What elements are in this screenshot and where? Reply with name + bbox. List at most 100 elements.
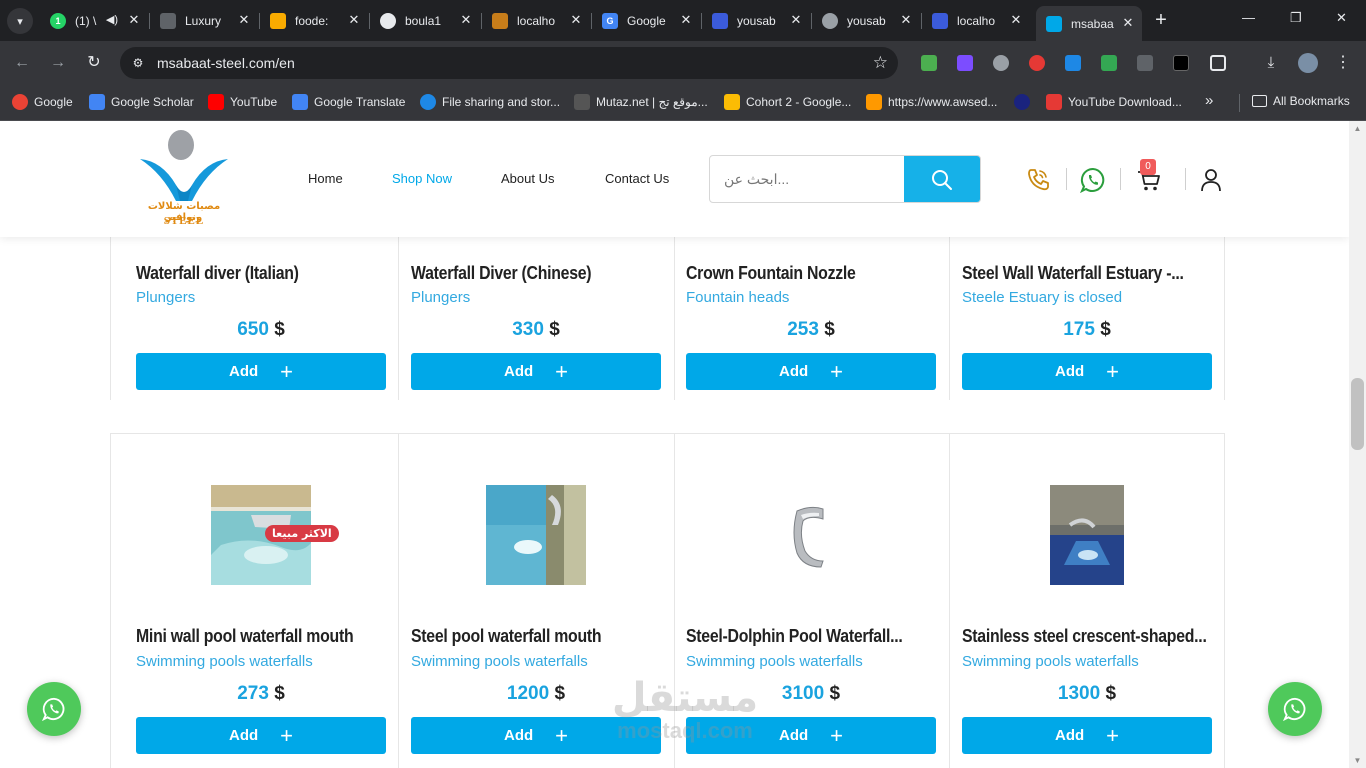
close-tab-icon[interactable]: ✕ bbox=[1008, 12, 1024, 28]
browser-tab[interactable]: localho ✕ bbox=[922, 7, 1030, 34]
whatsapp-icon[interactable] bbox=[1080, 167, 1106, 193]
bookmark-youtube[interactable]: YouTube bbox=[208, 94, 277, 110]
extension-icon[interactable] bbox=[1173, 55, 1189, 71]
close-tab-icon[interactable]: ✕ bbox=[678, 12, 694, 28]
product-name[interactable]: Steel pool waterfall mouth bbox=[411, 626, 602, 647]
phone-icon[interactable] bbox=[1025, 167, 1051, 193]
localhost-icon bbox=[492, 12, 508, 29]
product-name[interactable]: Mini wall pool waterfall mouth bbox=[136, 626, 354, 647]
scrollbar-thumb[interactable] bbox=[1351, 378, 1364, 450]
browser-tab[interactable]: foode: ✕ bbox=[260, 7, 368, 34]
url-text[interactable]: msabaat-steel.com/en bbox=[157, 55, 295, 71]
profile-avatar[interactable] bbox=[1298, 53, 1318, 73]
add-to-cart-button[interactable]: Add + bbox=[962, 353, 1212, 390]
extension-icon[interactable] bbox=[993, 55, 1009, 71]
close-tab-icon[interactable]: ✕ bbox=[568, 12, 584, 28]
product-image[interactable] bbox=[761, 485, 861, 585]
bookmark-google-scholar[interactable]: Google Scholar bbox=[89, 94, 194, 110]
nav-contact-us[interactable]: Contact Us bbox=[605, 171, 669, 186]
search-input[interactable]: ...ابحث عن bbox=[724, 171, 789, 188]
close-tab-icon[interactable]: ✕ bbox=[1120, 15, 1136, 31]
nav-about-us[interactable]: About Us bbox=[501, 171, 554, 186]
nav-shop-now[interactable]: Shop Now bbox=[392, 171, 452, 186]
close-tab-icon[interactable]: ✕ bbox=[788, 12, 804, 28]
add-to-cart-button[interactable]: Add + bbox=[136, 353, 386, 390]
extension-icon[interactable] bbox=[921, 55, 937, 71]
add-to-cart-button[interactable]: Add + bbox=[411, 353, 661, 390]
product-name[interactable]: Waterfall diver (Italian) bbox=[136, 263, 299, 284]
product-image[interactable] bbox=[1050, 485, 1124, 585]
extension-icon[interactable] bbox=[1101, 55, 1117, 71]
bookmark-youtube-downloader[interactable]: YouTube Download... bbox=[1046, 94, 1182, 110]
add-to-cart-button[interactable]: Add + bbox=[962, 717, 1212, 754]
product-category[interactable]: Plungers bbox=[136, 289, 195, 306]
more-bookmarks-button[interactable]: » bbox=[1205, 92, 1213, 109]
back-icon[interactable]: ← bbox=[11, 52, 33, 74]
whatsapp-float-button[interactable] bbox=[1268, 682, 1322, 736]
scroll-up-icon[interactable]: ▲ bbox=[1353, 124, 1362, 133]
bookmark-mutaz[interactable]: Mutaz.net | موقع تج... bbox=[574, 94, 708, 110]
restore-icon[interactable]: ❐ bbox=[1290, 10, 1302, 26]
close-tab-icon[interactable]: ✕ bbox=[126, 12, 142, 28]
browser-tab[interactable]: boula1 ✕ bbox=[370, 7, 480, 34]
product-category[interactable]: Swimming pools waterfalls bbox=[686, 653, 863, 670]
menu-dots-icon[interactable]: ⋮ bbox=[1335, 55, 1351, 71]
product-category[interactable]: Swimming pools waterfalls bbox=[411, 653, 588, 670]
browser-tab[interactable]: yousab ✕ bbox=[702, 7, 810, 34]
all-bookmarks-button[interactable]: All Bookmarks bbox=[1252, 94, 1350, 108]
browser-tab[interactable]: G Google ✕ bbox=[592, 7, 700, 34]
bookmark-file-sharing[interactable]: File sharing and stor... bbox=[420, 94, 560, 110]
close-tab-icon[interactable]: ✕ bbox=[236, 12, 252, 28]
extension-icon[interactable] bbox=[957, 55, 973, 71]
close-tab-icon[interactable]: ✕ bbox=[898, 12, 914, 28]
product-image[interactable] bbox=[486, 485, 586, 585]
product-name[interactable]: Waterfall Diver (Chinese) bbox=[411, 263, 592, 284]
logo-steel-text: STEEL bbox=[163, 215, 205, 227]
bookmark-star-icon[interactable]: ☆ bbox=[873, 53, 888, 73]
extension-icon[interactable] bbox=[1029, 55, 1045, 71]
user-icon[interactable] bbox=[1198, 167, 1224, 193]
product-category[interactable]: Swimming pools waterfalls bbox=[962, 653, 1139, 670]
product-name[interactable]: Steel Wall Waterfall Estuary -... bbox=[962, 263, 1184, 284]
bookmark-google[interactable]: Google bbox=[12, 94, 73, 110]
browser-tab[interactable]: localho ✕ bbox=[482, 7, 590, 34]
price-currency: $ bbox=[1100, 319, 1111, 340]
bookmark-unnamed[interactable] bbox=[1014, 94, 1036, 110]
tab-search-button[interactable]: ▾ bbox=[7, 8, 33, 34]
extension-icon[interactable] bbox=[1137, 55, 1153, 71]
browser-tab[interactable]: 1 (1) \ ◀) ✕ bbox=[40, 7, 148, 34]
site-logo[interactable]: مصبات شلالات ونوافير STEEL bbox=[136, 127, 232, 231]
close-tab-icon[interactable]: ✕ bbox=[346, 12, 362, 28]
reload-icon[interactable]: ↻ bbox=[83, 52, 105, 74]
download-icon[interactable]: ⤓ bbox=[1263, 55, 1279, 71]
extension-icon[interactable] bbox=[1065, 55, 1081, 71]
new-tab-button[interactable]: + bbox=[1150, 9, 1172, 31]
forward-icon[interactable]: → bbox=[47, 52, 69, 74]
extensions-puzzle-icon[interactable] bbox=[1210, 55, 1226, 71]
browser-tab[interactable]: yousab ✕ bbox=[812, 7, 920, 34]
whatsapp-float-button[interactable] bbox=[27, 682, 81, 736]
bookmark-cohort[interactable]: Cohort 2 - Google... bbox=[724, 94, 851, 110]
add-to-cart-button[interactable]: Add + bbox=[136, 717, 386, 754]
close-window-icon[interactable]: ✕ bbox=[1336, 10, 1347, 26]
browser-tab[interactable]: Luxury ✕ bbox=[150, 7, 258, 34]
bookmark-google-translate[interactable]: Google Translate bbox=[292, 94, 405, 110]
bookmark-awsed[interactable]: https://www.awsed... bbox=[866, 94, 997, 110]
nav-home[interactable]: Home bbox=[308, 171, 343, 186]
address-bar[interactable]: ⚙ msabaat-steel.com/en ☆ bbox=[120, 47, 898, 79]
page-scrollbar[interactable]: ▲ ▼ bbox=[1349, 121, 1366, 768]
product-category[interactable]: Steele Estuary is closed bbox=[962, 289, 1122, 306]
browser-tab-active[interactable]: msabaa ✕ bbox=[1036, 6, 1142, 41]
product-name[interactable]: Stainless steel crescent-shaped... bbox=[962, 626, 1207, 647]
product-name[interactable]: Crown Fountain Nozzle bbox=[686, 263, 856, 284]
product-name[interactable]: Steel-Dolphin Pool Waterfall... bbox=[686, 626, 903, 647]
close-tab-icon[interactable]: ✕ bbox=[458, 12, 474, 28]
product-category[interactable]: Fountain heads bbox=[686, 289, 789, 306]
product-category[interactable]: Swimming pools waterfalls bbox=[136, 653, 313, 670]
search-button[interactable] bbox=[904, 156, 980, 202]
product-category[interactable]: Plungers bbox=[411, 289, 470, 306]
minimize-icon[interactable]: — bbox=[1242, 10, 1255, 25]
scroll-down-icon[interactable]: ▼ bbox=[1353, 756, 1362, 765]
add-to-cart-button[interactable]: Add + bbox=[686, 353, 936, 390]
site-info-icon[interactable]: ⚙ bbox=[130, 55, 146, 71]
